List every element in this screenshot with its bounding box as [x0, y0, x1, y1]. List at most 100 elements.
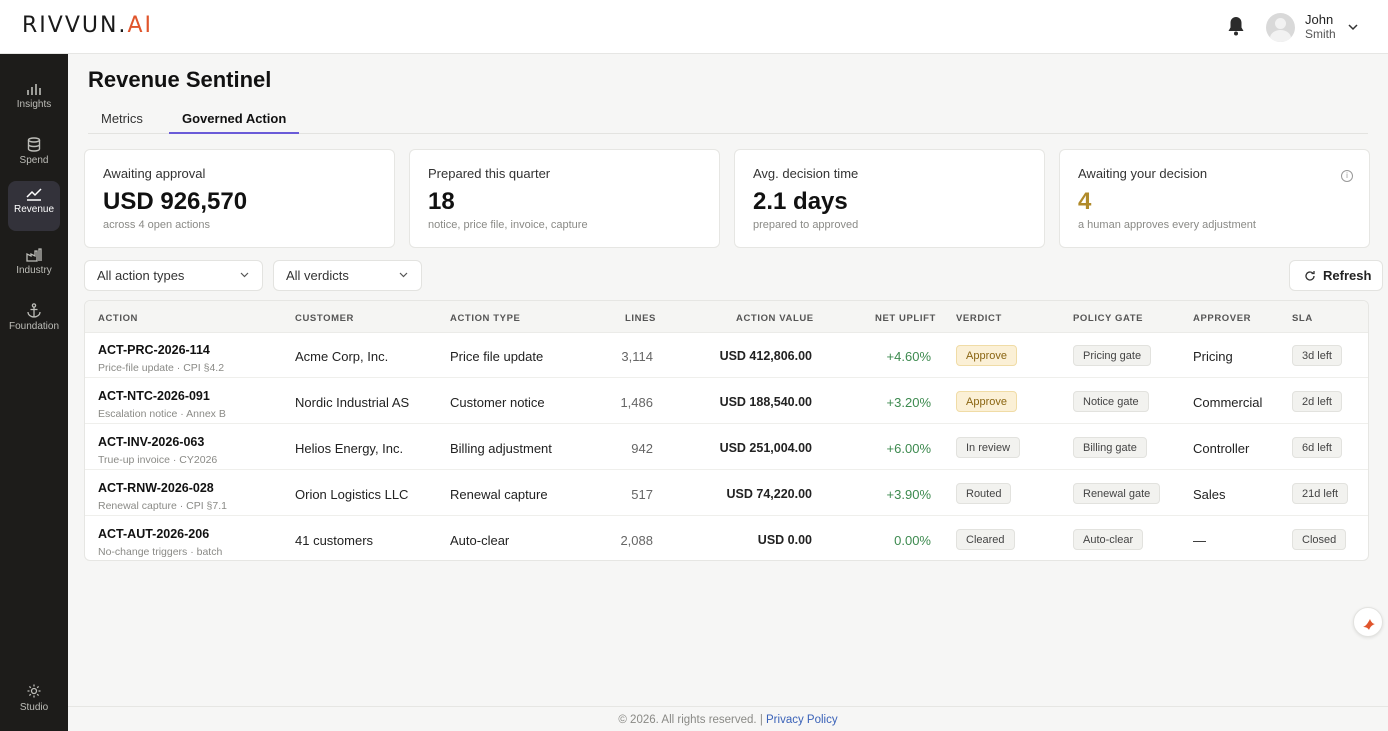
brand-logo[interactable]: RIVVUN.AI: [22, 13, 153, 38]
tab-bar: Metrics Governed Action: [88, 104, 1368, 134]
action-type-cell: Auto-clear: [450, 533, 510, 548]
action-type-cell: Customer notice: [450, 395, 545, 410]
approver-cell: Commercial: [1193, 395, 1263, 410]
action-id[interactable]: ACT-PRC-2026-114: [98, 343, 210, 357]
page-title: Revenue Sentinel: [88, 67, 272, 92]
policy-gate-badge: Auto-clear: [1073, 529, 1144, 550]
approver-cell: Sales: [1193, 487, 1226, 502]
action-type-cell: Price file update: [450, 349, 544, 364]
kpi-label: Avg. decision time: [753, 166, 859, 181]
table-row[interactable]: ACT-INV-2026-063 True-up invoice · CY202…: [85, 425, 1368, 470]
action-id[interactable]: ACT-RNW-2026-028: [98, 481, 214, 495]
column-header[interactable]: VERDICT: [956, 313, 1002, 324]
database-icon: [27, 137, 41, 152]
notification-bell-icon[interactable]: [1226, 15, 1246, 37]
action-id[interactable]: ACT-AUT-2026-206: [98, 527, 209, 541]
sidebar-item-studio[interactable]: Studio: [8, 677, 60, 725]
net-uplift-cell: +4.60%: [886, 349, 931, 364]
sla-badge: 6d left: [1292, 437, 1342, 458]
table-row[interactable]: ACT-NTC-2026-091 Escalation notice · Ann…: [85, 379, 1368, 424]
column-header[interactable]: APPROVER: [1193, 313, 1251, 324]
customer-cell: Helios Energy, Inc.: [295, 441, 404, 456]
column-header[interactable]: LINES: [625, 313, 656, 324]
refresh-label: Refresh: [1323, 268, 1372, 283]
user-menu[interactable]: John Smith: [1266, 10, 1358, 44]
lines-cell: 517: [631, 487, 653, 502]
column-header[interactable]: SLA: [1292, 313, 1313, 324]
gear-icon: [27, 684, 41, 698]
column-header[interactable]: ACTION TYPE: [450, 313, 520, 324]
refresh-icon: [1305, 271, 1315, 281]
kpi-label: Prepared this quarter: [428, 166, 551, 181]
net-uplift-cell: +6.00%: [886, 441, 931, 456]
refresh-button[interactable]: Refresh: [1289, 260, 1383, 291]
column-header[interactable]: POLICY GATE: [1073, 313, 1143, 324]
kpi-subtext: prepared to approved: [753, 219, 859, 231]
net-uplift-cell: +3.20%: [886, 395, 931, 410]
sla-badge: 2d left: [1292, 391, 1342, 412]
kpi-value: 4: [1078, 188, 1092, 215]
action-value-cell: USD 74,220.00: [726, 487, 812, 501]
sidebar-item-insights[interactable]: Insights: [8, 76, 60, 124]
policy-gate-badge: Billing gate: [1073, 437, 1147, 458]
verdict-badge: Routed: [956, 483, 1012, 504]
policy-gate-badge: Notice gate: [1073, 391, 1149, 412]
column-header[interactable]: ACTION VALUE: [736, 313, 814, 324]
info-icon[interactable]: i: [1341, 170, 1353, 182]
action-subtitle: True-up invoice · CY2026: [98, 454, 218, 466]
net-uplift-cell: 0.00%: [894, 533, 931, 548]
sidebar-item-label: Insights: [16, 99, 52, 110]
user-name: John Smith: [1305, 12, 1336, 41]
table-row[interactable]: ACT-PRC-2026-114 Price-file update · CPI…: [85, 333, 1368, 378]
table-row[interactable]: ACT-AUT-2026-206 No-change triggers · ba…: [85, 517, 1368, 560]
action-type-cell: Billing adjustment: [450, 441, 552, 456]
sidebar-item-spend[interactable]: Spend: [8, 131, 60, 179]
chevron-down-icon[interactable]: [1348, 22, 1358, 32]
approver-cell: Controller: [1193, 441, 1250, 456]
verdict-badge: Cleared: [956, 529, 1015, 550]
chevron-down-icon: [399, 272, 408, 278]
factory-icon: [26, 248, 42, 262]
top-bar: RIVVUN.AI John Smith: [0, 0, 1388, 54]
sidebar-item-revenue[interactable]: Revenue: [8, 181, 60, 231]
kpi-label: Awaiting your decision: [1078, 166, 1208, 181]
sidebar-item-industry[interactable]: Industry: [8, 242, 60, 290]
avatar: [1266, 12, 1295, 42]
action-id[interactable]: ACT-INV-2026-063: [98, 435, 204, 449]
assistant-icon: [1363, 619, 1375, 630]
footer: © 2026. All rights reserved. | Privacy P…: [68, 706, 1388, 731]
tab-governed-action[interactable]: Governed Action: [182, 111, 286, 126]
verdict-badge: Approve: [956, 391, 1017, 412]
privacy-policy-link[interactable]: Privacy Policy: [766, 714, 838, 726]
action-id[interactable]: ACT-NTC-2026-091: [98, 389, 210, 403]
kpi-card-awaiting-decision: Awaiting your decision 4 a human approve…: [1059, 149, 1370, 248]
table-row[interactable]: ACT-RNW-2026-028 Renewal capture · CPI §…: [85, 471, 1368, 516]
table-header: ACTION CUSTOMER ACTION TYPE LINES ACTION…: [85, 301, 1368, 333]
action-subtitle: No-change triggers · batch: [98, 546, 223, 558]
kpi-card-prepared-quarter: Prepared this quarter 18 notice, price f…: [409, 149, 720, 248]
action-value-cell: USD 251,004.00: [719, 441, 812, 455]
kpi-value: 2.1 days: [753, 188, 848, 215]
customer-cell: Orion Logistics LLC: [295, 487, 409, 502]
approver-cell: Pricing: [1193, 349, 1233, 364]
action-subtitle: Price-file update · CPI §4.2: [98, 362, 225, 374]
sidebar-item-foundation[interactable]: Foundation: [4, 297, 64, 345]
governed-actions-table: ACTION CUSTOMER ACTION TYPE LINES ACTION…: [84, 300, 1369, 561]
verdict-filter[interactable]: All verdicts: [273, 260, 422, 291]
kpi-card-awaiting-approval: Awaiting approval USD 926,570 across 4 o…: [84, 149, 395, 248]
action-subtitle: Renewal capture · CPI §7.1: [98, 500, 227, 512]
lines-cell: 1,486: [620, 395, 653, 410]
action-value-cell: USD 188,540.00: [719, 395, 812, 409]
column-header[interactable]: CUSTOMER: [295, 313, 354, 324]
kpi-subtext: a human approves every adjustment: [1078, 219, 1256, 231]
filter-value: All verdicts: [286, 268, 349, 283]
sidebar: Insights Spend Revenue Industry Foundati…: [0, 54, 68, 731]
column-header[interactable]: ACTION: [98, 313, 138, 324]
customer-cell: Acme Corp, Inc.: [295, 349, 389, 364]
active-tab-indicator: [169, 132, 299, 134]
action-type-filter[interactable]: All action types: [84, 260, 263, 291]
sidebar-item-label: Foundation: [8, 321, 60, 332]
tab-metrics[interactable]: Metrics: [101, 111, 143, 126]
column-header[interactable]: NET UPLIFT: [875, 313, 936, 324]
assistant-button[interactable]: [1353, 607, 1383, 637]
